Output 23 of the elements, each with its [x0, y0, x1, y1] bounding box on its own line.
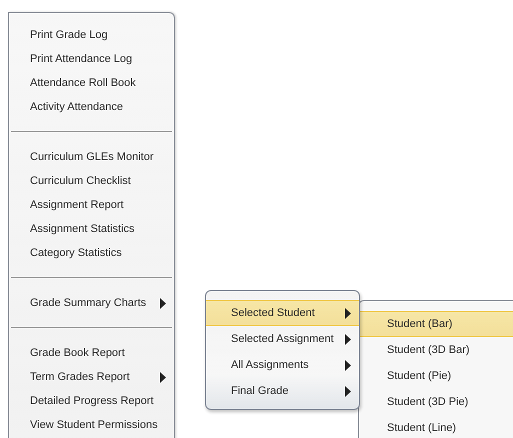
menu-item[interactable]: Grade Summary Charts — [9, 291, 174, 315]
menu-item[interactable]: Detailed Progress Report — [9, 389, 174, 413]
menu-item[interactable]: Grade Book Report — [9, 341, 174, 365]
menu-item[interactable]: Final Grade — [206, 378, 359, 404]
menu-item[interactable]: Category Statistics — [9, 241, 174, 265]
menu-item[interactable]: Student (Line) — [359, 415, 513, 438]
menu-item[interactable]: Student (3D Pie) — [359, 389, 513, 415]
menu-item[interactable]: View Student Permissions — [9, 413, 174, 437]
menu-item[interactable]: Student (Bar) — [359, 311, 513, 337]
menu-item[interactable]: Curriculum GLEs Monitor — [9, 145, 174, 169]
menu-item[interactable]: Selected Assignment — [206, 326, 359, 352]
menu-item[interactable]: Curriculum Checklist — [9, 169, 174, 193]
menu-item[interactable]: Assignment Report — [9, 193, 174, 217]
menu-item[interactable]: Student (3D Bar) — [359, 337, 513, 363]
menu-item[interactable]: Selected Student — [206, 300, 359, 326]
menu-item[interactable]: All Assignments — [206, 352, 359, 378]
menu-item[interactable]: Activity Attendance — [9, 95, 174, 119]
menu-item[interactable]: Attendance Roll Book — [9, 71, 174, 95]
menu-item[interactable]: Print Attendance Log — [9, 47, 174, 71]
menu-item[interactable]: Student (Pie) — [359, 363, 513, 389]
menu-item[interactable]: Term Grades Report — [9, 365, 174, 389]
menu-item[interactable]: Print Grade Log — [9, 23, 174, 47]
menu-item[interactable]: Assignment Statistics — [9, 217, 174, 241]
